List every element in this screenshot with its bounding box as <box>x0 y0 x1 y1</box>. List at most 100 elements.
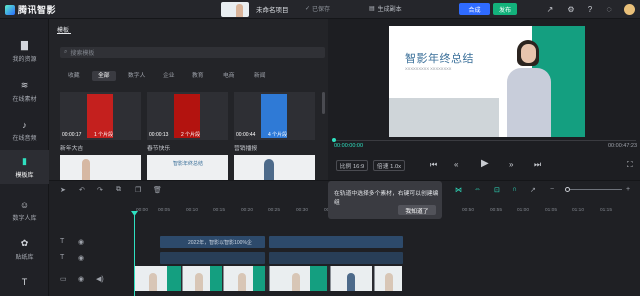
project-thumbnail[interactable] <box>221 2 249 17</box>
progress-handle[interactable] <box>332 138 336 142</box>
card-title: 智影年终总结 <box>173 161 204 167</box>
category-favorites[interactable]: 收藏 <box>68 71 80 81</box>
publish-button[interactable]: 发布 <box>493 3 517 15</box>
card-label: 新年大吉 <box>60 146 84 152</box>
template-card[interactable] <box>234 155 315 180</box>
volume-icon[interactable]: ◀) <box>96 275 104 283</box>
brand-logo[interactable]: 腾讯智影 <box>5 3 56 16</box>
category-ecommerce[interactable]: 电商 <box>223 71 235 81</box>
zoom-out-icon[interactable]: − <box>550 186 554 193</box>
ruler-tick: 00:55 <box>490 208 503 213</box>
zoom-slider-handle[interactable] <box>565 187 570 192</box>
nav-item-online-material[interactable]: ≋ 在线素材 <box>0 74 49 108</box>
hint-toast: 在轨道中选择多个素材，右键可以创建编组 我知道了 <box>328 181 442 219</box>
preview-canvas[interactable]: 智影年终总结 XXXXXXXXX XXXXXXXX <box>389 26 585 137</box>
text-clip[interactable] <box>160 252 265 264</box>
text-clip[interactable] <box>269 236 403 248</box>
panel-scrollbar[interactable] <box>322 92 325 114</box>
snap-icon[interactable]: ⊡ <box>494 186 500 194</box>
help-circle-icon[interactable]: ◌ <box>604 4 614 14</box>
split-icon[interactable]: ⧉ <box>116 186 121 194</box>
undo-icon[interactable]: ↶ <box>79 186 85 194</box>
category-education[interactable]: 教育 <box>192 71 204 81</box>
nav-label: 在线音频 <box>12 136 37 142</box>
template-card[interactable]: 00:00:44 4 个片段 <box>234 92 315 140</box>
settings-icon[interactable]: ⚙ <box>566 4 576 14</box>
redo-icon[interactable]: ↷ <box>97 186 103 194</box>
progress-bar[interactable] <box>332 140 636 141</box>
category-digital-human[interactable]: 数字人 <box>128 71 145 81</box>
clip-thumb-person <box>385 273 393 291</box>
text-clip[interactable]: 2022年，智影以智影100%企 <box>160 236 265 248</box>
card-count: 4 个片段 <box>268 132 288 138</box>
toast-ok-button[interactable]: 我知道了 <box>398 205 436 215</box>
help-icon[interactable]: ? <box>585 4 595 14</box>
share-icon[interactable]: ↗ <box>545 4 555 14</box>
category-news[interactable]: 新闻 <box>254 71 266 81</box>
delete-icon[interactable]: 🗑 <box>153 186 162 194</box>
eye-icon[interactable]: ◉ <box>78 238 84 246</box>
template-thumbnail <box>82 159 90 180</box>
forward-icon[interactable]: » <box>509 160 513 169</box>
text-clip[interactable] <box>269 252 403 264</box>
skip-forward-icon[interactable]: ⏭ <box>534 160 541 170</box>
video-clip[interactable] <box>330 266 372 291</box>
template-card[interactable] <box>60 155 141 180</box>
zoom-slider[interactable] <box>568 189 622 190</box>
link-icon[interactable]: ⇔ <box>474 186 481 193</box>
nav-label: 贴纸库 <box>15 254 34 261</box>
preview-axis-icon[interactable]: ∩ <box>512 186 517 193</box>
video-clip[interactable] <box>374 266 402 291</box>
category-enterprise[interactable]: 企业 <box>163 71 175 81</box>
card-label: 春节快乐 <box>147 146 171 152</box>
project-name[interactable]: 未命名项目 <box>256 4 289 14</box>
generate-draft-button[interactable]: ▤ 生成副本 <box>369 4 402 13</box>
auto-fit-icon[interactable]: ↗ <box>530 186 536 194</box>
sticker-icon: ✿ <box>20 237 29 248</box>
nav-item-online-audio[interactable]: ♪ 在线音频 <box>0 114 49 148</box>
category-all[interactable]: 全部 <box>92 71 116 81</box>
template-icon: ▮ <box>22 155 27 166</box>
nav-item-digital-human[interactable]: ☺ 数字人库 <box>0 194 49 228</box>
nav-item-text[interactable]: T <box>0 268 49 296</box>
rewind-icon[interactable]: « <box>454 160 458 169</box>
avatar[interactable] <box>624 4 635 15</box>
playhead[interactable] <box>134 211 135 296</box>
ruler-tick: 00:00 <box>136 208 149 213</box>
video-clip[interactable] <box>223 266 265 291</box>
compose-button[interactable]: 合成 <box>459 3 490 15</box>
speed-selector[interactable]: 倍速 1.0x <box>373 160 405 171</box>
nav-item-my-resources[interactable]: ▇ 我的资源 <box>0 34 49 68</box>
eye-icon[interactable]: ◉ <box>78 254 84 262</box>
fullscreen-icon[interactable]: ⛶ <box>627 160 633 170</box>
card-count: 2 个片段 <box>181 132 201 138</box>
search-input[interactable]: ⌕ 搜索模板 <box>60 47 325 58</box>
video-clip[interactable] <box>134 266 181 291</box>
copy-icon[interactable]: ❐ <box>135 186 141 194</box>
ruler-tick: 01:15 <box>600 208 613 213</box>
pointer-icon[interactable]: ➤ <box>60 186 66 194</box>
check-icon: ✓ <box>305 6 311 12</box>
ruler-tick: 00:25 <box>268 208 281 213</box>
play-icon[interactable]: ▶ <box>481 158 489 169</box>
clip-thumb-person <box>149 273 157 291</box>
magnet-icon[interactable]: ⋈ <box>455 186 462 194</box>
video-clip[interactable] <box>182 266 222 291</box>
nav-item-template-library[interactable]: ▮ 模板库 <box>0 150 49 184</box>
template-thumbnail <box>264 159 274 180</box>
video-track-icon: ▭ <box>60 276 67 283</box>
music-icon: ♪ <box>22 120 27 130</box>
template-card[interactable]: 00:00:17 1 个片段 <box>60 92 141 140</box>
ruler-tick: 01:00 <box>517 208 530 213</box>
zoom-in-icon[interactable]: + <box>626 186 630 193</box>
nav-label: 模板库 <box>15 172 34 179</box>
video-clip[interactable] <box>269 266 327 291</box>
template-card[interactable]: 智影年终总结 <box>147 155 228 180</box>
avatar-icon: ☺ <box>19 200 30 210</box>
ratio-selector[interactable]: 比例 16:9 <box>336 160 368 171</box>
nav-label: 我的资源 <box>12 56 37 63</box>
eye-icon[interactable]: ◉ <box>78 275 84 283</box>
nav-item-sticker[interactable]: ✿ 贴纸库 <box>0 232 49 266</box>
template-card[interactable]: 00:00:13 2 个片段 <box>147 92 228 140</box>
skip-back-icon[interactable]: ⏮ <box>430 160 437 170</box>
